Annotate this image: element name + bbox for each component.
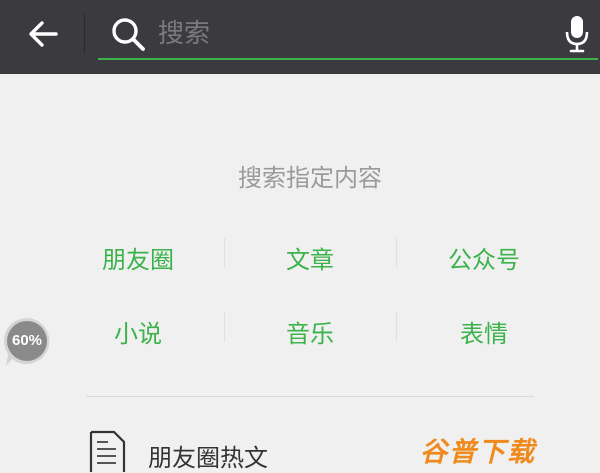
category-articles[interactable]: 文章 <box>240 240 380 275</box>
category-separator <box>224 238 225 268</box>
progress-badge[interactable]: 60% <box>2 316 58 372</box>
back-button[interactable] <box>18 12 68 56</box>
document-icon <box>89 430 126 472</box>
category-novels[interactable]: 小说 <box>68 314 208 349</box>
badge-value: 60% <box>11 332 43 349</box>
category-separator <box>224 312 225 342</box>
search-input[interactable] <box>156 14 550 54</box>
category-separator <box>396 238 397 268</box>
category-official-accounts[interactable]: 公众号 <box>414 240 554 275</box>
watermark-logo: 谷普下载 <box>420 437 536 468</box>
search-bar <box>98 8 598 60</box>
hot-articles-item[interactable]: 朋友圈热文 <box>88 428 388 472</box>
hot-articles-label: 朋友圈热文 <box>148 444 268 472</box>
search-hint: 搜索指定内容 <box>238 164 382 192</box>
category-music[interactable]: 音乐 <box>240 314 380 349</box>
arrow-left-icon <box>29 21 58 47</box>
category-moments[interactable]: 朋友圈 <box>68 240 208 275</box>
top-bar <box>0 0 600 74</box>
search-icon <box>112 18 145 51</box>
topbar-divider <box>84 14 85 54</box>
category-separator <box>396 312 397 342</box>
section-divider <box>86 396 534 397</box>
microphone-icon[interactable] <box>564 14 590 54</box>
category-stickers[interactable]: 表情 <box>414 314 554 349</box>
